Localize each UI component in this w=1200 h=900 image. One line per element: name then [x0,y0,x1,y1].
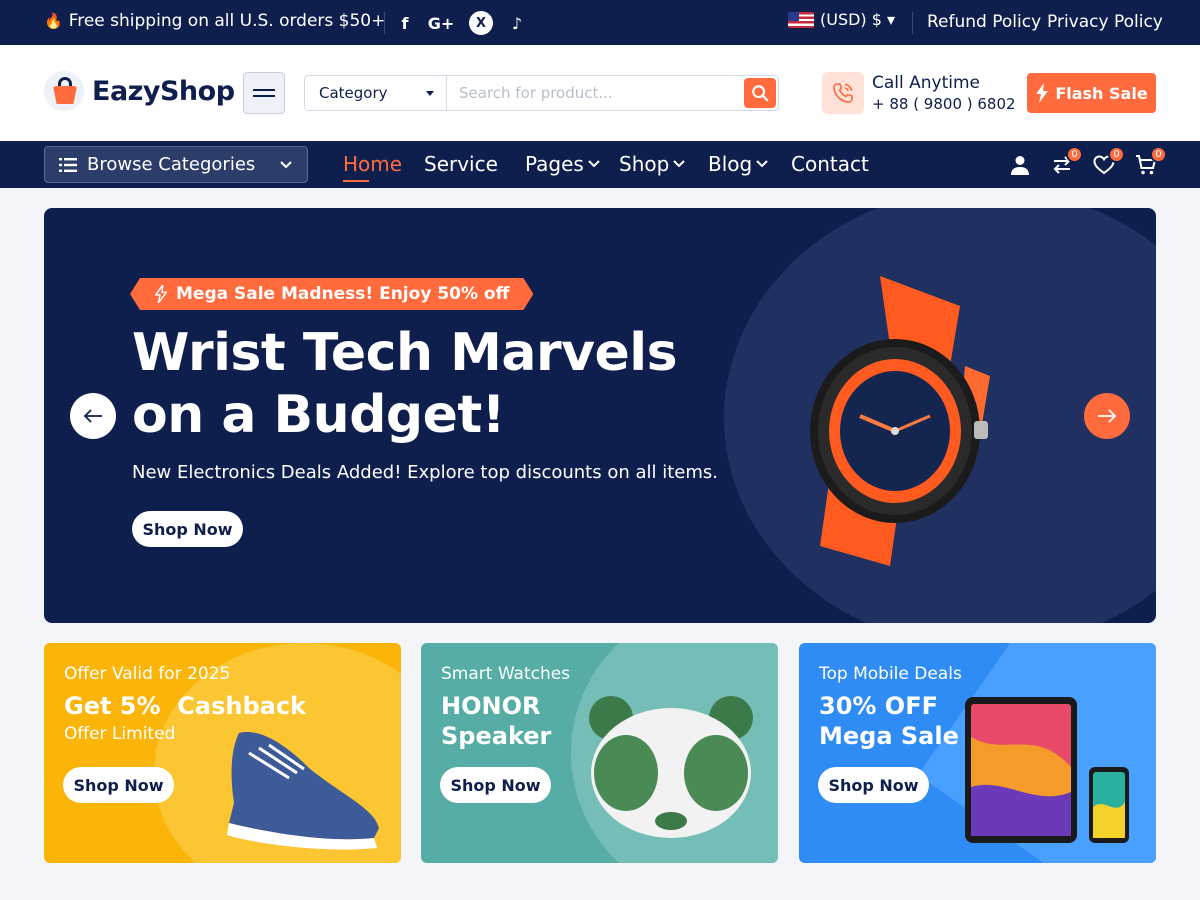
caret-down-icon [426,90,434,96]
main-nav: Browse Categories Home Service Pages Sho… [0,141,1200,188]
compare-count-badge: 0 [1066,146,1083,163]
x-twitter-icon[interactable]: X [469,11,493,35]
card-shop-now-button[interactable]: Shop Now [440,767,551,803]
card-eyebrow: Offer Valid for 2025 [64,664,231,684]
wristwatch-product-image [810,276,990,566]
currency-selector[interactable]: (USD) $ ▾ [788,10,895,29]
shipping-text: Free shipping on all U.S. orders $50+ [68,11,386,31]
promo-card-cashback: Offer Valid for 2025 Get 5% Cashback Off… [44,643,401,863]
browse-categories-label: Browse Categories [87,154,256,175]
compare-icon[interactable]: 0 [1050,146,1083,177]
promo-card-mobile: Top Mobile Deals 30% OFF Mega Sale Shop … [799,643,1156,863]
hero-banner: Mega Sale Madness! Enjoy 50% off Wrist T… [44,208,1156,623]
hero-title: Wrist Tech Marvels on a Budget! [132,322,692,446]
search-input[interactable] [447,84,744,102]
main-header: EazyShop Category Call Anytime + 88 ( 98… [0,45,1200,141]
tiktok-icon[interactable]: ♪ [504,11,530,35]
facebook-icon[interactable]: f [392,11,418,35]
lightning-icon [154,285,168,303]
arrow-left-icon [83,409,102,423]
logo-text: EazyShop [92,75,235,107]
cart-icon[interactable]: 0 [1134,146,1167,177]
sneaker-product-image [227,732,379,850]
nav-blog-label: Blog [708,152,753,176]
nav-pages-label: Pages [525,152,584,176]
search-bar: Category [304,75,779,111]
category-select[interactable]: Category [305,76,447,110]
card-shop-now-button[interactable]: Shop Now [63,767,174,803]
chevron-down-icon [673,160,686,168]
currency-label: (USD) $ ▾ [820,10,896,29]
user-icon[interactable] [1008,153,1032,177]
nav-service[interactable]: Service [424,152,498,176]
nav-blog[interactable]: Blog [708,152,768,176]
nav-shop-label: Shop [619,152,670,176]
card-shop-now-button[interactable]: Shop Now [818,767,929,803]
promo-ribbon: Mega Sale Madness! Enjoy 50% off [130,278,533,310]
card-headline-line-2: Mega Sale [819,722,959,750]
refund-policy-link[interactable]: Refund Policy [927,12,1041,32]
hero-shop-now-button[interactable]: Shop Now [132,511,243,547]
top-bar: 🔥 Free shipping on all U.S. orders $50+ … [0,0,1200,45]
google-plus-icon[interactable]: G+ [428,11,455,35]
us-flag-icon [788,11,814,28]
card-headline-line-1: HONOR [441,692,541,720]
card-headline-line-1: 30% OFF [819,692,938,720]
promo-ribbon-text: Mega Sale Madness! Enjoy 50% off [176,284,510,304]
promo-card-speaker: Smart Watches HONOR Speaker Shop Now [421,643,778,863]
list-icon [59,157,77,172]
category-select-label: Category [319,84,388,102]
card-eyebrow: Top Mobile Deals [819,664,962,684]
shopping-bag-logo-icon [44,71,84,111]
chevron-down-icon [756,160,768,168]
fire-icon: 🔥 [44,12,63,30]
call-number[interactable]: + 88 ( 9800 ) 6802 [872,95,1016,113]
cart-count-badge: 0 [1150,146,1167,163]
call-title: Call Anytime [872,73,981,93]
nav-contact[interactable]: Contact [791,152,869,176]
chevron-down-icon [280,160,292,168]
card-subtext: Offer Limited [64,724,176,744]
divider [384,12,385,34]
nav-home[interactable]: Home [343,152,403,182]
nav-service-label: Service [424,152,498,176]
hero-subtitle: New Electronics Deals Added! Explore top… [132,462,718,483]
arrow-right-icon [1098,409,1117,423]
prev-slide-button[interactable] [70,393,116,439]
card-headline: HONOR Speaker [441,691,551,751]
wishlist-count-badge: 0 [1108,146,1125,163]
lightning-icon [1036,83,1049,103]
nav-contact-label: Contact [791,152,869,176]
panda-speaker-product-image [589,696,753,838]
privacy-policy-link[interactable]: Privacy Policy [1047,12,1163,32]
nav-home-label: Home [343,152,403,176]
logo[interactable]: EazyShop [44,71,235,111]
flash-sale-button[interactable]: Flash Sale [1027,73,1156,113]
chevron-down-icon [588,160,600,168]
tablet-phone-product-image [965,697,1129,843]
hero-title-line-1: Wrist Tech Marvels [132,323,678,383]
divider [912,12,913,34]
heart-icon[interactable]: 0 [1092,146,1125,177]
next-slide-button[interactable] [1084,393,1130,439]
search-button[interactable] [744,78,776,108]
card-headline-line-2: Speaker [441,722,552,750]
card-eyebrow: Smart Watches [441,664,571,684]
search-icon [752,85,769,102]
card-headline: 30% OFF Mega Sale [819,691,959,751]
menu-toggle-button[interactable] [243,72,285,114]
card-headline: Get 5% Cashback [64,692,307,720]
nav-shop[interactable]: Shop [619,152,686,176]
nav-pages[interactable]: Pages [525,152,600,176]
phone-icon [822,72,864,114]
flash-sale-label: Flash Sale [1055,83,1148,103]
shipping-notice: 🔥 Free shipping on all U.S. orders $50+ [44,11,385,31]
browse-categories-button[interactable]: Browse Categories [44,146,308,183]
hero-title-line-2: on a Budget! [132,385,505,445]
